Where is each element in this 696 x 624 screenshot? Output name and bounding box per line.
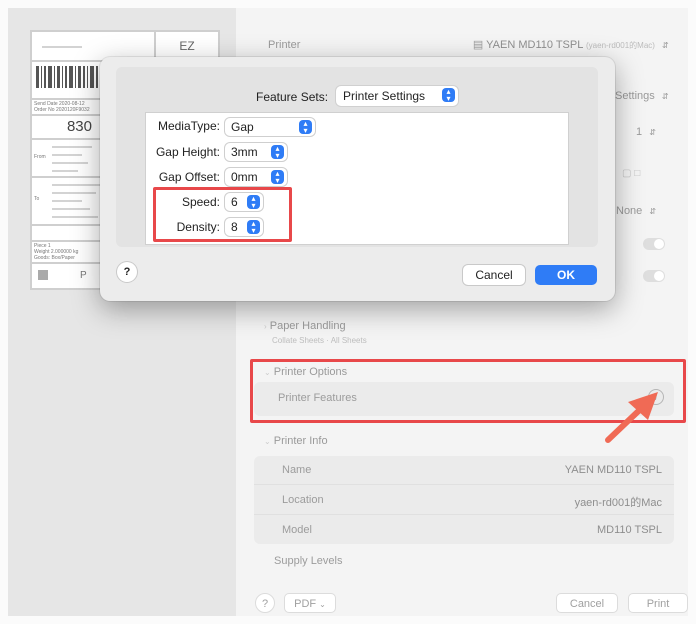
print-cancel-button[interactable]: Cancel [556, 593, 618, 613]
info-value: yaen-rd001的Mac [574, 497, 662, 509]
printer-host: (yaen-rd001的Mac) [586, 41, 655, 50]
paper-select[interactable]: None ⇵ [616, 205, 657, 217]
paper-handling-subtitle: Collate Sheets · All Sheets [272, 336, 367, 345]
printer-info-section[interactable]: ⌄ Printer Info [264, 435, 328, 447]
presets-value: Settings [615, 90, 655, 102]
printer-info-box: Name YAEN MD110 TSPL Location yaen-rd001… [254, 456, 674, 544]
info-row-location: Location yaen-rd001的Mac [254, 486, 674, 515]
mediatype-label: MediaType: [157, 119, 220, 133]
speed-density-highlight [153, 187, 292, 242]
printer-icon: ▤ [472, 39, 484, 51]
stepper-icon: ▴ ▾ [442, 88, 455, 103]
info-row-name: Name YAEN MD110 TSPL [254, 456, 674, 485]
feature-sets-select[interactable]: Printer Settings ▴ ▾ [336, 86, 458, 106]
from-tag: From [34, 154, 46, 160]
disclosure-chevron-icon: ⌄ [264, 437, 271, 446]
stepper-icon: ▴ ▾ [299, 120, 312, 135]
stepper-icon: ▴ ▾ [271, 170, 284, 185]
stepper-icon: ⇵ [662, 41, 669, 50]
stepper-icon: ⇵ [661, 92, 669, 101]
toggle-2[interactable] [643, 270, 665, 282]
copies-field[interactable]: 1 ⇵ [636, 126, 657, 138]
help-button[interactable]: ? [255, 593, 275, 613]
paper-value: None [616, 205, 643, 217]
feature-sets-value: Printer Settings [343, 89, 426, 103]
gap-offset-value: 0mm [231, 170, 258, 184]
pdf-label: PDF [294, 598, 317, 610]
gap-offset-select[interactable]: 0mm ▴ ▾ [225, 168, 287, 186]
gap-height-select[interactable]: 3mm ▴ ▾ [225, 143, 287, 161]
printer-row[interactable]: Printer ▤ YAEN MD110 TSPL (yaen-rd001的Ma… [254, 38, 676, 54]
info-value: YAEN MD110 TSPL [564, 464, 662, 476]
red-arrow-icon [605, 392, 658, 443]
mediatype-select[interactable]: Gap ▴ ▾ [225, 118, 315, 136]
info-key: Model [282, 524, 312, 536]
printer-label: Printer [268, 39, 301, 51]
info-row-model: Model MD110 TSPL [254, 516, 674, 544]
printer-info-title: Printer Info [273, 435, 328, 447]
toggle-1[interactable] [643, 238, 665, 250]
stepper-icon: ⇵ [649, 128, 656, 137]
barcode-icon [36, 66, 98, 88]
orientation-icons[interactable]: ▢ □ [622, 168, 640, 179]
gap-height-label: Gap Height: [155, 145, 220, 159]
sheet-help-button[interactable]: ? [117, 262, 137, 282]
print-button[interactable]: Print [628, 593, 688, 613]
chevron-down-icon: ⌄ [319, 600, 326, 609]
info-key: Location [282, 494, 324, 506]
feature-sets-label: Feature Sets: [256, 90, 329, 104]
supply-levels-link[interactable]: Supply Levels [274, 555, 343, 567]
printer-select[interactable]: ▤ YAEN MD110 TSPL (yaen-rd001的Mac) ⇵ [473, 38, 670, 51]
gap-height-value: 3mm [231, 145, 258, 159]
presets-select[interactable]: Settings ⇵ [615, 90, 670, 102]
info-value: MD110 TSPL [596, 524, 662, 536]
paper-handling-title: Paper Handling [269, 320, 346, 332]
printer-name: YAEN MD110 TSPL [486, 39, 583, 51]
disclosure-chevron-icon: › [264, 322, 267, 331]
page-letter: P [80, 270, 87, 281]
copies-value: 1 [636, 126, 643, 138]
paper-handling-section[interactable]: › Paper Handling [264, 320, 346, 332]
sheet-cancel-button[interactable]: Cancel [463, 265, 525, 285]
mediatype-value: Gap [231, 120, 254, 134]
stepper-icon: ⇵ [649, 207, 657, 216]
to-tag: To [34, 196, 40, 202]
stepper-icon: ▴ ▾ [271, 145, 284, 160]
pdf-menu-button[interactable]: PDF ⌄ [284, 593, 336, 613]
gap-offset-label: Gap Offset: [158, 170, 220, 184]
sheet-ok-button[interactable]: OK [535, 265, 597, 285]
info-key: Name [282, 464, 312, 476]
